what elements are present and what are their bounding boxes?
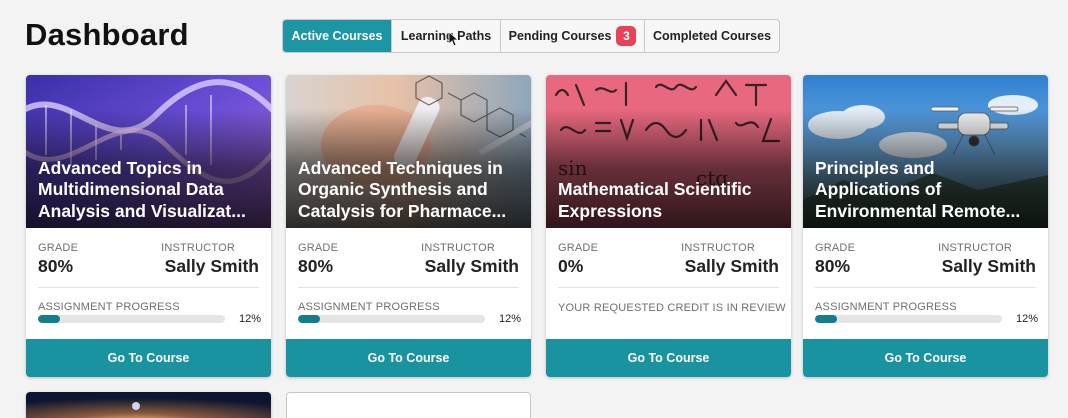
progress-percent: 12% bbox=[498, 313, 521, 325]
grade-value: 80% bbox=[815, 256, 851, 276]
course-tabs: Active Courses Learning Paths Pending Co… bbox=[282, 19, 780, 53]
progress-label: ASSIGNMENT PROGRESS bbox=[815, 301, 957, 313]
page-title: Dashboard bbox=[25, 17, 189, 52]
course-title: Mathematical Scientific Expressions bbox=[558, 179, 752, 221]
progress-label: ASSIGNMENT PROGRESS bbox=[38, 301, 180, 313]
progress-fill bbox=[298, 315, 321, 323]
progress-fill bbox=[38, 315, 61, 323]
tab-label: Active Courses bbox=[291, 29, 383, 43]
dashboard-page: Dashboard Active Courses Learning Paths … bbox=[0, 0, 1068, 418]
go-to-course-button[interactable]: Go To Course bbox=[26, 339, 271, 377]
instructor-name: Sally Smith bbox=[684, 256, 779, 276]
tab-pending-courses[interactable]: Pending Courses 3 bbox=[501, 20, 645, 52]
grade-value: 80% bbox=[298, 256, 334, 276]
instructor-label: INSTRUCTOR bbox=[421, 242, 495, 254]
grade-label: GRADE bbox=[298, 242, 339, 254]
go-to-course-button[interactable]: Go To Course bbox=[546, 339, 791, 377]
grade-value: 80% bbox=[38, 256, 74, 276]
course-image: sin ctg Mathematical Scientific Expressi… bbox=[546, 75, 791, 228]
instructor-name: Sally Smith bbox=[424, 256, 519, 276]
course-card[interactable] bbox=[26, 392, 271, 418]
instructor-label: INSTRUCTOR bbox=[938, 242, 1012, 254]
divider bbox=[38, 287, 259, 288]
grade-label: GRADE bbox=[558, 242, 599, 254]
course-title: Advanced Topics in Multidimensional Data… bbox=[38, 157, 246, 221]
grade-label: GRADE bbox=[815, 242, 856, 254]
pending-count-badge: 3 bbox=[616, 26, 637, 46]
divider bbox=[298, 287, 519, 288]
course-card[interactable]: sin ctg Mathematical Scientific Expressi… bbox=[546, 75, 791, 377]
instructor-name: Sally Smith bbox=[164, 256, 259, 276]
course-card[interactable] bbox=[286, 392, 531, 418]
tab-label: Completed Courses bbox=[652, 29, 772, 43]
credit-review-notice: YOUR REQUESTED CREDIT IS IN REVIEW bbox=[558, 302, 786, 314]
go-to-course-button[interactable]: Go To Course bbox=[803, 339, 1048, 377]
course-card[interactable]: Principles and Applications of Environme… bbox=[803, 75, 1048, 377]
instructor-name: Sally Smith bbox=[941, 256, 1036, 276]
course-image: Principles and Applications of Environme… bbox=[803, 75, 1048, 228]
course-title: Principles and Applications of Environme… bbox=[815, 157, 1021, 221]
tab-active-courses[interactable]: Active Courses bbox=[283, 20, 392, 52]
tab-learning-paths[interactable]: Learning Paths bbox=[392, 20, 501, 52]
tab-label: Pending Courses bbox=[508, 29, 612, 43]
progress-bar bbox=[298, 315, 485, 323]
progress-bar bbox=[38, 315, 225, 323]
instructor-label: INSTRUCTOR bbox=[161, 242, 235, 254]
instructor-label: INSTRUCTOR bbox=[681, 242, 755, 254]
space-image bbox=[26, 392, 271, 418]
divider bbox=[815, 287, 1036, 288]
progress-bar bbox=[815, 315, 1002, 323]
divider bbox=[558, 287, 779, 288]
grade-label: GRADE bbox=[38, 242, 79, 254]
progress-percent: 12% bbox=[238, 313, 261, 325]
progress-fill bbox=[815, 315, 838, 323]
course-image: Advanced Techniques in Organic Synthesis… bbox=[286, 75, 531, 228]
course-title: Advanced Techniques in Organic Synthesis… bbox=[298, 157, 507, 221]
tab-completed-courses[interactable]: Completed Courses bbox=[645, 20, 779, 52]
course-card[interactable]: Advanced Techniques in Organic Synthesis… bbox=[286, 75, 531, 377]
go-to-course-button[interactable]: Go To Course bbox=[286, 339, 531, 377]
course-card[interactable]: Advanced Topics in Multidimensional Data… bbox=[26, 75, 271, 377]
progress-label: ASSIGNMENT PROGRESS bbox=[298, 301, 440, 313]
grade-value: 0% bbox=[558, 256, 584, 276]
mouse-pointer-icon bbox=[448, 31, 458, 47]
progress-percent: 12% bbox=[1015, 313, 1038, 325]
tab-label: Learning Paths bbox=[400, 29, 492, 43]
course-image: Advanced Topics in Multidimensional Data… bbox=[26, 75, 271, 228]
